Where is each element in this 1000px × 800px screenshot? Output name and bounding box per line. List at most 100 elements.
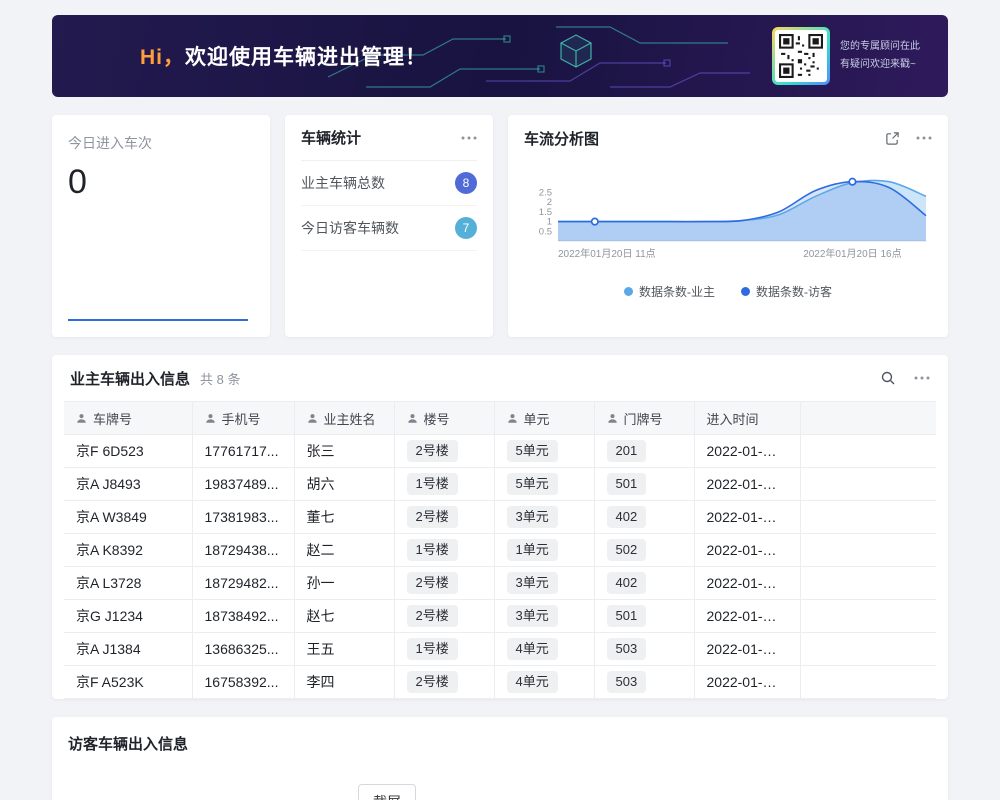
cell: 2号楼 — [394, 666, 494, 699]
cell: 2号楼 — [394, 600, 494, 633]
traffic-chart-card: 车流分析图 0.511.522.52022年01月20日 11点2022年01月… — [508, 115, 948, 337]
table-row[interactable]: 京F A523K16758392...李四2号楼4单元5032022-01-… — [64, 666, 936, 699]
svg-text:2022年01月20日 16点: 2022年01月20日 16点 — [803, 247, 901, 260]
more-menu-button[interactable] — [461, 136, 477, 140]
stat-label: 今日访客车辆数 — [301, 218, 399, 238]
cell: 17761717... — [192, 435, 294, 468]
owner-table-count: 共 8 条 — [200, 369, 240, 388]
traffic-chart-header: 车流分析图 — [524, 115, 932, 161]
column-header-label: 进入时间 — [707, 409, 759, 428]
cell: 402 — [594, 567, 694, 600]
table-row[interactable]: 京A L372818729482...孙一2号楼3单元4022022-01-… — [64, 567, 936, 600]
export-button[interactable] — [885, 131, 900, 146]
column-header-7[interactable]: 进入时间 — [694, 402, 800, 435]
member-field-icon — [507, 413, 518, 424]
cell: 京A L3728 — [64, 567, 192, 600]
cell: 2022-01-… — [694, 666, 800, 699]
cell: 5单元 — [494, 435, 594, 468]
owner-table-body: 京F 6D52317761717...张三2号楼5单元2012022-01-…京… — [64, 435, 936, 699]
member-field-icon — [76, 413, 87, 424]
cell-empty — [800, 666, 936, 699]
table-row[interactable]: 京A W384917381983...董七2号楼3单元4022022-01-… — [64, 501, 936, 534]
banner-right: 您的专属顾问在此 有疑问欢迎来戳~ — [772, 27, 920, 85]
svg-text:2.5: 2.5 — [539, 187, 552, 198]
vehicle-stats-rows: 业主车辆总数8 今日访客车辆数 7 — [301, 161, 477, 251]
column-header-2[interactable]: 手机号 — [192, 402, 294, 435]
legend-item[interactable]: 数据条数-业主 — [624, 283, 715, 300]
export-icon — [885, 131, 900, 146]
cards-row: 今日进入车次 0 车辆统计 业主车辆总数8今日访客车辆数7 车流分析图 — [52, 115, 948, 337]
column-header-label: 单元 — [524, 409, 550, 428]
column-header-label: 门牌号 — [624, 409, 663, 428]
owner-vehicles-card: 业主车辆出入信息 共 8 条 车牌号 手机号 业主姓名 楼号 单元 门牌号 进入时间 — [52, 355, 948, 699]
qr-caption: 您的专属顾问在此 有疑问欢迎来戳~ — [840, 38, 920, 74]
column-header-label: 楼号 — [424, 409, 450, 428]
cell: 5单元 — [494, 468, 594, 501]
owner-vehicles-table: 车牌号 手机号 业主姓名 楼号 单元 门牌号 进入时间 京F 6D52317761717..… — [64, 401, 936, 699]
cell: 京F 6D523 — [64, 435, 192, 468]
cell: 2022-01-… — [694, 501, 800, 534]
legend-dot-icon — [741, 287, 750, 296]
legend-label: 数据条数-访客 — [756, 283, 832, 300]
column-header-6[interactable]: 门牌号 — [594, 402, 694, 435]
cell: 4单元 — [494, 633, 594, 666]
tag-pill: 3单元 — [507, 572, 558, 594]
cell: 18729438... — [192, 534, 294, 567]
owner-table-tools — [880, 370, 930, 386]
owner-table-title: 业主车辆出入信息 — [70, 368, 190, 389]
table-row[interactable]: 京A J849319837489...胡六1号楼5单元5012022-01-… — [64, 468, 936, 501]
banner-greeting-highlight: Hi， — [140, 46, 185, 69]
cell: 孙一 — [294, 567, 394, 600]
visitor-table-title: 访客车辆出入信息 — [68, 736, 188, 753]
cell-empty — [800, 567, 936, 600]
legend-item[interactable]: 数据条数-访客 — [741, 283, 832, 300]
svg-text:2022年01月20日 11点: 2022年01月20日 11点 — [558, 247, 656, 260]
screenshot-button[interactable]: 截屏 — [358, 784, 416, 800]
tag-pill: 5单元 — [507, 440, 558, 462]
cell: 2022-01-… — [694, 468, 800, 501]
more-menu-button[interactable] — [914, 376, 930, 380]
cell: 李四 — [294, 666, 394, 699]
column-header-1[interactable]: 车牌号 — [64, 402, 192, 435]
table-row[interactable]: 京F 6D52317761717...张三2号楼5单元2012022-01-… — [64, 435, 936, 468]
tag-pill: 2号楼 — [407, 572, 458, 594]
stat-row: 业主车辆总数8 — [301, 161, 477, 206]
member-field-icon — [407, 413, 418, 424]
cell: 2号楼 — [394, 435, 494, 468]
table-row[interactable]: 京A K839218729438...赵二1号楼1单元5022022-01-… — [64, 534, 936, 567]
column-header-label: 手机号 — [222, 409, 261, 428]
tag-pill: 4单元 — [507, 638, 558, 660]
tag-pill: 1号楼 — [407, 473, 458, 495]
qr-code[interactable] — [775, 30, 827, 82]
cell: 503 — [594, 666, 694, 699]
column-header-4[interactable]: 楼号 — [394, 402, 494, 435]
cell-empty — [800, 501, 936, 534]
table-row[interactable]: 京A J138413686325...王五1号楼4单元5032022-01-… — [64, 633, 936, 666]
vehicle-stats-header: 车辆统计 — [301, 115, 477, 161]
cell: 京F A523K — [64, 666, 192, 699]
more-menu-button[interactable] — [916, 136, 932, 140]
cell: 京A K8392 — [64, 534, 192, 567]
search-button[interactable] — [880, 370, 896, 386]
column-header-label: 业主姓名 — [324, 409, 376, 428]
svg-text:1: 1 — [547, 217, 552, 228]
column-header-3[interactable]: 业主姓名 — [294, 402, 394, 435]
banner-greeting-text: 欢迎使用车辆进出管理！ — [185, 46, 427, 69]
column-header-empty — [800, 402, 936, 435]
more-icon — [914, 376, 930, 380]
column-header-5[interactable]: 单元 — [494, 402, 594, 435]
cell: 1单元 — [494, 534, 594, 567]
cell-empty — [800, 600, 936, 633]
cell: 501 — [594, 600, 694, 633]
table-row[interactable]: 京G J123418738492...赵七2号楼3单元5012022-01-… — [64, 600, 936, 633]
cell: 17381983... — [192, 501, 294, 534]
vehicle-stats-title: 车辆统计 — [301, 127, 361, 148]
stat-count-badge: 7 — [455, 217, 477, 239]
tag-pill: 502 — [607, 539, 647, 561]
legend-label: 数据条数-业主 — [639, 283, 715, 300]
cell: 2号楼 — [394, 567, 494, 600]
vehicle-stats-card: 车辆统计 业主车辆总数8 今日访客车辆数 7 — [285, 115, 493, 337]
tag-pill: 1号楼 — [407, 638, 458, 660]
cell: 18738492... — [192, 600, 294, 633]
cell-empty — [800, 633, 936, 666]
